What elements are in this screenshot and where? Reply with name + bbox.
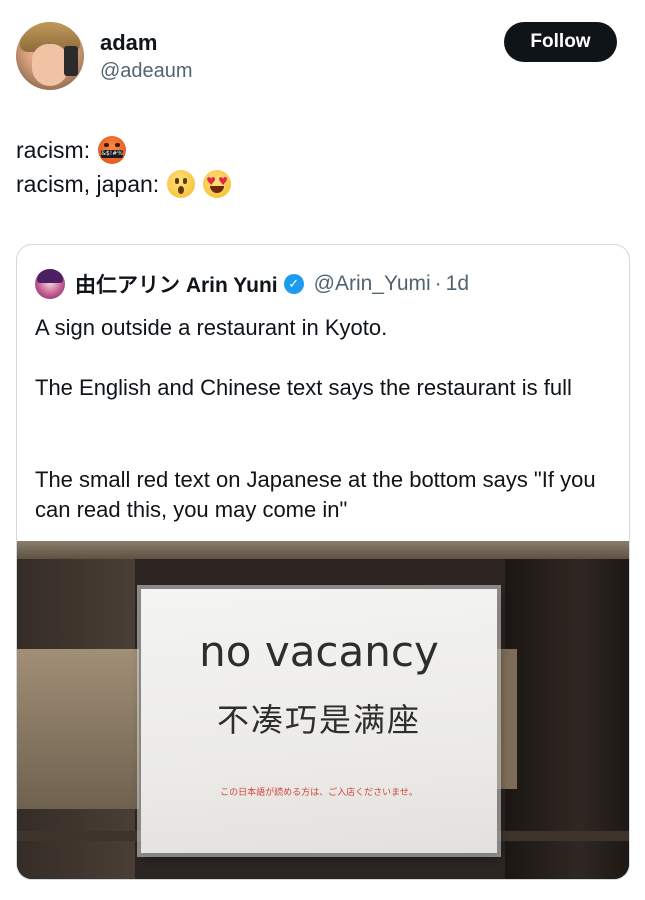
avatar-face — [32, 44, 68, 86]
restaurant-sign: no vacancy 不凑巧是满座 この日本語が読める方は、ご入店くださいませ。 — [141, 589, 497, 853]
sign-chinese-text: 不凑巧是满座 — [216, 701, 421, 739]
tweet-line-2: racism, japan: ♥ ♥ — [16, 170, 232, 198]
quoted-tweet-paragraph: The small red text on Japanese at the bo… — [35, 467, 596, 522]
tweet-header: adam @adeaum Follow — [0, 0, 645, 110]
sign-japanese-text: この日本語が読める方は、ご入店くださいませ。 — [220, 788, 418, 798]
face-with-symbols-on-mouth-icon: &$!#% — [98, 136, 127, 164]
avatar-phone — [64, 46, 78, 76]
door-frame-top — [17, 541, 629, 559]
tweet-line-2-text: racism, japan: — [16, 170, 160, 197]
emoji-eye-right — [183, 178, 188, 184]
quoted-tweet-photo[interactable]: no vacancy 不凑巧是满座 この日本語が読める方は、ご入店くださいませ。 — [17, 541, 629, 879]
emoji-symbols-bar: &$!#% — [101, 150, 124, 158]
emoji-mouth — [210, 186, 225, 193]
quoted-tweet-paragraph: A sign outside a restaurant in Kyoto. — [35, 315, 388, 340]
emoji-eye-left — [175, 178, 180, 184]
follow-button[interactable]: Follow — [504, 22, 617, 62]
quoted-author-avatar[interactable] — [35, 269, 65, 299]
sign-english-text: no vacancy — [199, 627, 439, 676]
emoji-eye-left — [104, 143, 110, 147]
author-avatar[interactable] — [16, 22, 84, 90]
quoted-tweet-card[interactable]: 由仁アリン Arin Yuni ✓ @Arin_Yumi · 1d A sign… — [16, 244, 630, 880]
door-panel-left — [17, 649, 139, 809]
tweet-line-1: racism: &$!#% — [16, 136, 127, 164]
tweet-line-1-text: racism: — [16, 136, 91, 163]
author-display-name[interactable]: adam — [100, 30, 157, 56]
emoji-mouth — [178, 186, 185, 194]
emoji-eye-right — [115, 143, 121, 147]
quoted-tweet-header: 由仁アリン Arin Yuni ✓ @Arin_Yumi · 1d — [35, 269, 469, 299]
smiling-face-with-heart-eyes-icon: ♥ ♥ — [203, 170, 232, 198]
face-with-open-mouth-icon — [167, 170, 196, 198]
quoted-tweet-timestamp[interactable]: 1d — [446, 272, 469, 296]
avatar-hair — [37, 269, 63, 283]
separator-dot: · — [434, 272, 442, 295]
quoted-author-display-name[interactable]: 由仁アリン Arin Yuni — [75, 269, 278, 299]
verified-badge-icon: ✓ — [283, 274, 304, 294]
door-panel-right — [497, 649, 517, 789]
quoted-tweet-paragraph: The English and Chinese text says the re… — [35, 375, 572, 400]
author-handle[interactable]: @adeaum — [100, 60, 193, 83]
quoted-author-handle[interactable]: @Arin_Yumi — [314, 272, 431, 296]
